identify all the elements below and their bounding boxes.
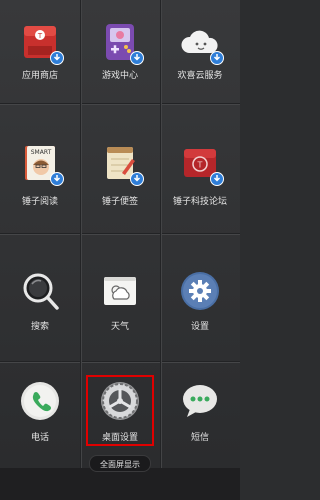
app-label: 游戏中心	[101, 71, 138, 81]
selection-highlight	[86, 375, 154, 446]
app-row: T 应用商店 游戏中心 欢喜云服务	[0, 0, 240, 103]
download-badge-icon	[210, 172, 224, 186]
app-label: 锤子便签	[101, 197, 138, 207]
app-search[interactable]: 搜索	[0, 233, 80, 361]
app-notes[interactable]: 锤子便签	[80, 103, 160, 233]
app-label: 应用商店	[21, 71, 58, 81]
app-label: 锤子科技论坛	[172, 197, 227, 207]
download-badge-icon	[130, 172, 144, 186]
game-center-icon	[100, 22, 144, 65]
app-game-center[interactable]: 游戏中心	[80, 0, 160, 103]
svg-text:T: T	[37, 32, 43, 40]
svg-text:SMART: SMART	[31, 149, 52, 156]
app-store-icon: T	[20, 22, 64, 65]
download-badge-icon	[210, 51, 224, 65]
app-row: 搜索 天气 设置	[0, 233, 240, 361]
search-icon	[20, 271, 60, 311]
app-phone[interactable]: 电话	[0, 361, 80, 468]
forum-icon: T	[180, 143, 224, 186]
app-label: 设置	[190, 322, 209, 332]
app-forum[interactable]: T 锤子科技论坛	[160, 103, 240, 233]
fullscreen-display-button[interactable]: 全面屏显示	[89, 455, 151, 472]
messages-icon	[180, 381, 220, 421]
app-grid: T 应用商店 游戏中心 欢喜云服务 SMART 锤子阅读 锤子便签 T 锤子科技…	[0, 0, 240, 468]
settings-icon	[180, 271, 220, 311]
app-label: 搜索	[30, 322, 49, 332]
download-badge-icon	[130, 51, 144, 65]
app-cloud-service[interactable]: 欢喜云服务	[160, 0, 240, 103]
download-badge-icon	[50, 51, 64, 65]
app-label: 电话	[30, 433, 49, 443]
app-weather[interactable]: 天气	[80, 233, 160, 361]
app-reading[interactable]: SMART 锤子阅读	[0, 103, 80, 233]
app-row: SMART 锤子阅读 锤子便签 T 锤子科技论坛	[0, 103, 240, 233]
app-messages[interactable]: 短信	[160, 361, 240, 468]
notes-icon	[100, 143, 144, 186]
app-app-store[interactable]: T 应用商店	[0, 0, 80, 103]
app-label: 短信	[190, 433, 209, 443]
weather-icon	[100, 271, 140, 311]
reading-icon: SMART	[20, 143, 64, 186]
app-label: 欢喜云服务	[177, 71, 223, 81]
phone-icon	[20, 381, 60, 421]
app-label: 天气	[110, 322, 129, 332]
app-settings[interactable]: 设置	[160, 233, 240, 361]
download-badge-icon	[50, 172, 64, 186]
cloud-service-icon	[180, 22, 224, 65]
home-screen: T 应用商店 游戏中心 欢喜云服务 SMART 锤子阅读 锤子便签 T 锤子科技…	[0, 0, 240, 500]
svg-text:T: T	[197, 161, 203, 170]
app-label: 锤子阅读	[21, 197, 58, 207]
